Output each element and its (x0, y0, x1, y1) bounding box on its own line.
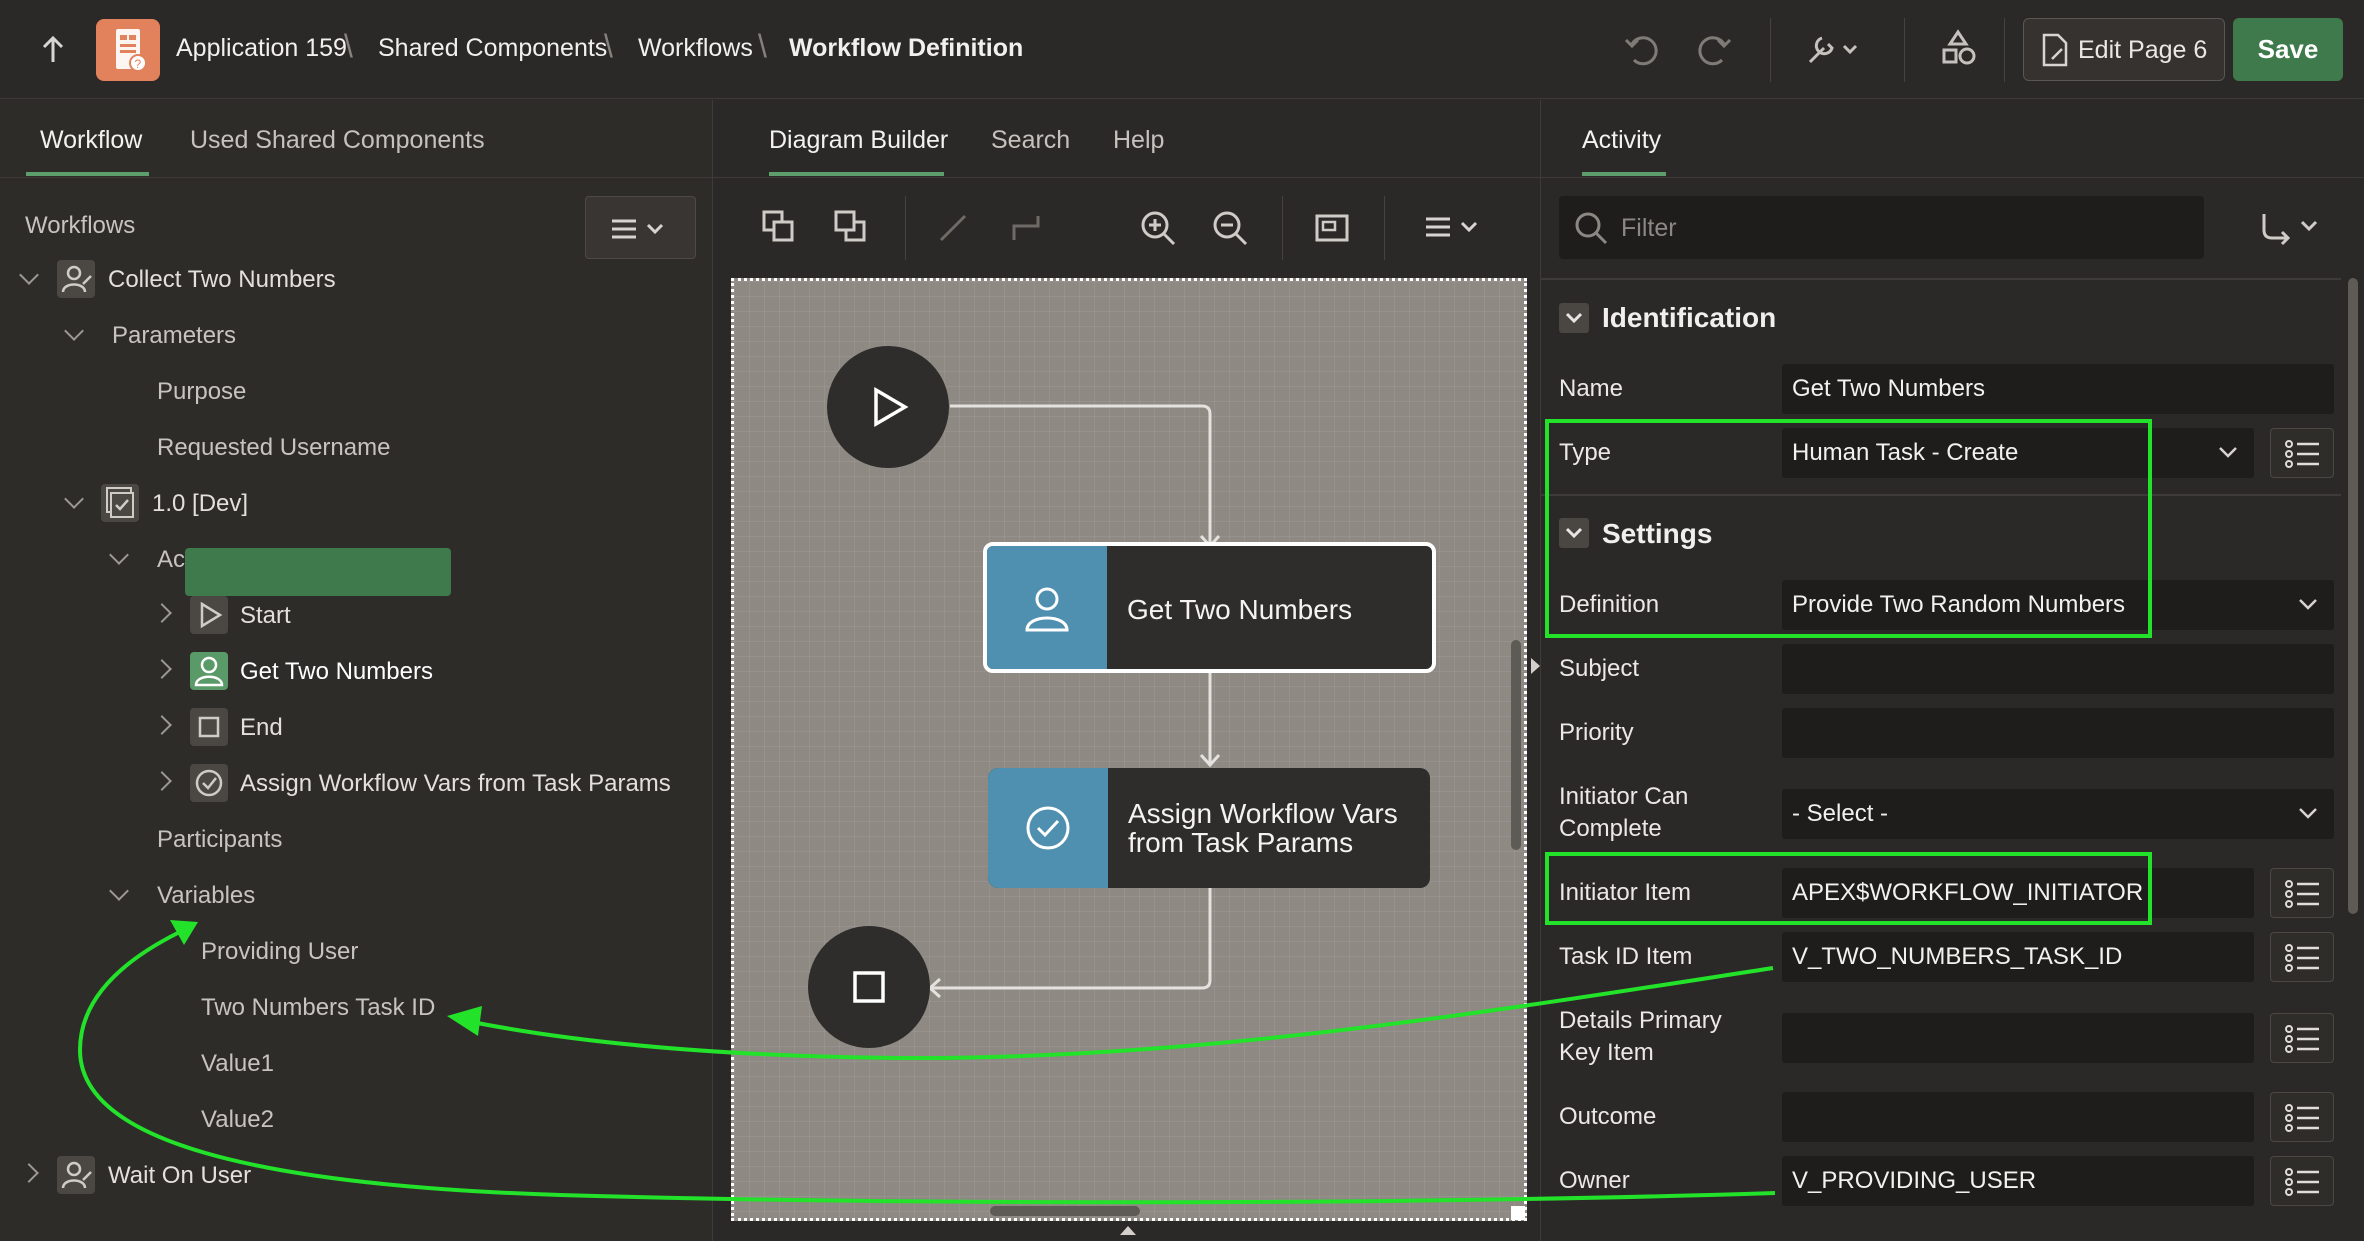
annotation-highlight-initiator-item (1545, 852, 2152, 925)
label-initiator-can-complete-2: Complete (1559, 815, 1662, 842)
details-pk-list-button[interactable] (2270, 1013, 2334, 1063)
go-to-group-icon[interactable] (2258, 210, 2322, 251)
outcome-input[interactable] (1782, 1092, 2254, 1142)
name-input[interactable]: Get Two Numbers (1782, 364, 2334, 414)
label-task-id-item: Task ID Item (1559, 943, 1693, 970)
filter-input[interactable]: Filter (1559, 196, 2204, 259)
task-node-label: Get Two Numbers (1127, 594, 1353, 625)
initiator-can-complete-value: - Select - (1792, 800, 1889, 827)
list-icon (2285, 1025, 2319, 1053)
filter-placeholder: Filter (1621, 214, 1677, 242)
task-id-item-list-button[interactable] (2270, 932, 2334, 982)
canvas-resize-corner[interactable] (1511, 1206, 1525, 1220)
expand-bottom-handle[interactable] (1120, 1226, 1136, 1235)
start-node[interactable] (827, 346, 949, 468)
label-name: Name (1559, 375, 1624, 402)
initiator-item-list-button[interactable] (2270, 868, 2334, 918)
outcome-list-button[interactable] (2270, 1092, 2334, 1142)
task-node-assign-workflow-vars[interactable]: Assign Workflow Vars from Task Params (988, 768, 1430, 888)
property-editor-scrollbar[interactable] (2348, 278, 2358, 914)
type-list-button[interactable] (2270, 428, 2334, 478)
collapse-right-panel-handle[interactable] (1531, 658, 1540, 674)
label-owner: Owner (1559, 1167, 1630, 1194)
canvas-vertical-scrollbar[interactable] (1511, 640, 1521, 850)
collapse-section-icon[interactable] (1559, 303, 1589, 333)
workflow-designer: ? Application 159 \ Shared Components \ … (0, 0, 2364, 1241)
details-pk-input[interactable] (1782, 1013, 2254, 1063)
owner-input[interactable]: V_PROVIDING_USER (1782, 1156, 2254, 1206)
list-icon (2285, 944, 2319, 972)
chevron-down-icon (2299, 808, 2317, 819)
chevron-down-icon (2219, 447, 2237, 458)
task-node-get-two-numbers[interactable]: Get Two Numbers (983, 542, 1436, 673)
label-outcome: Outcome (1559, 1103, 1657, 1130)
label-subject: Subject (1559, 655, 1640, 682)
subject-input[interactable] (1782, 644, 2334, 694)
label-details-pk-1: Details Primary (1559, 1007, 1722, 1034)
label-initiator-can-complete-1: Initiator Can (1559, 783, 1689, 810)
play-icon (874, 386, 909, 428)
priority-input[interactable] (1782, 708, 2334, 758)
search-icon (1575, 212, 1608, 245)
section-identification: Identification (1602, 302, 1777, 333)
task-node-label-line2: from Task Params (1128, 827, 1354, 858)
check-node-icon (988, 768, 1108, 888)
list-icon (2285, 440, 2319, 468)
end-node[interactable] (808, 926, 930, 1048)
human-task-node-icon (987, 546, 1107, 669)
list-icon (2285, 1104, 2319, 1132)
divider (1541, 278, 2341, 280)
tab-active-indicator (1582, 172, 1666, 176)
list-icon (2285, 1168, 2319, 1196)
canvas-horizontal-scrollbar[interactable] (990, 1206, 1140, 1216)
tab-activity[interactable]: Activity (1582, 126, 1661, 155)
owner-list-button[interactable] (2270, 1156, 2334, 1206)
chevron-down-icon (2299, 599, 2317, 610)
initiator-can-complete-select[interactable]: - Select - (1782, 789, 2334, 839)
task-id-item-input[interactable]: V_TWO_NUMBERS_TASK_ID (1782, 932, 2254, 982)
divider (1541, 177, 2364, 178)
stop-icon (853, 971, 885, 1003)
list-icon (2285, 880, 2319, 908)
label-priority: Priority (1559, 719, 1634, 746)
label-details-pk-2: Key Item (1559, 1039, 1654, 1066)
annotation-highlight-type-definition (1545, 419, 2152, 638)
task-node-label-line1: Assign Workflow Vars (1128, 798, 1398, 829)
